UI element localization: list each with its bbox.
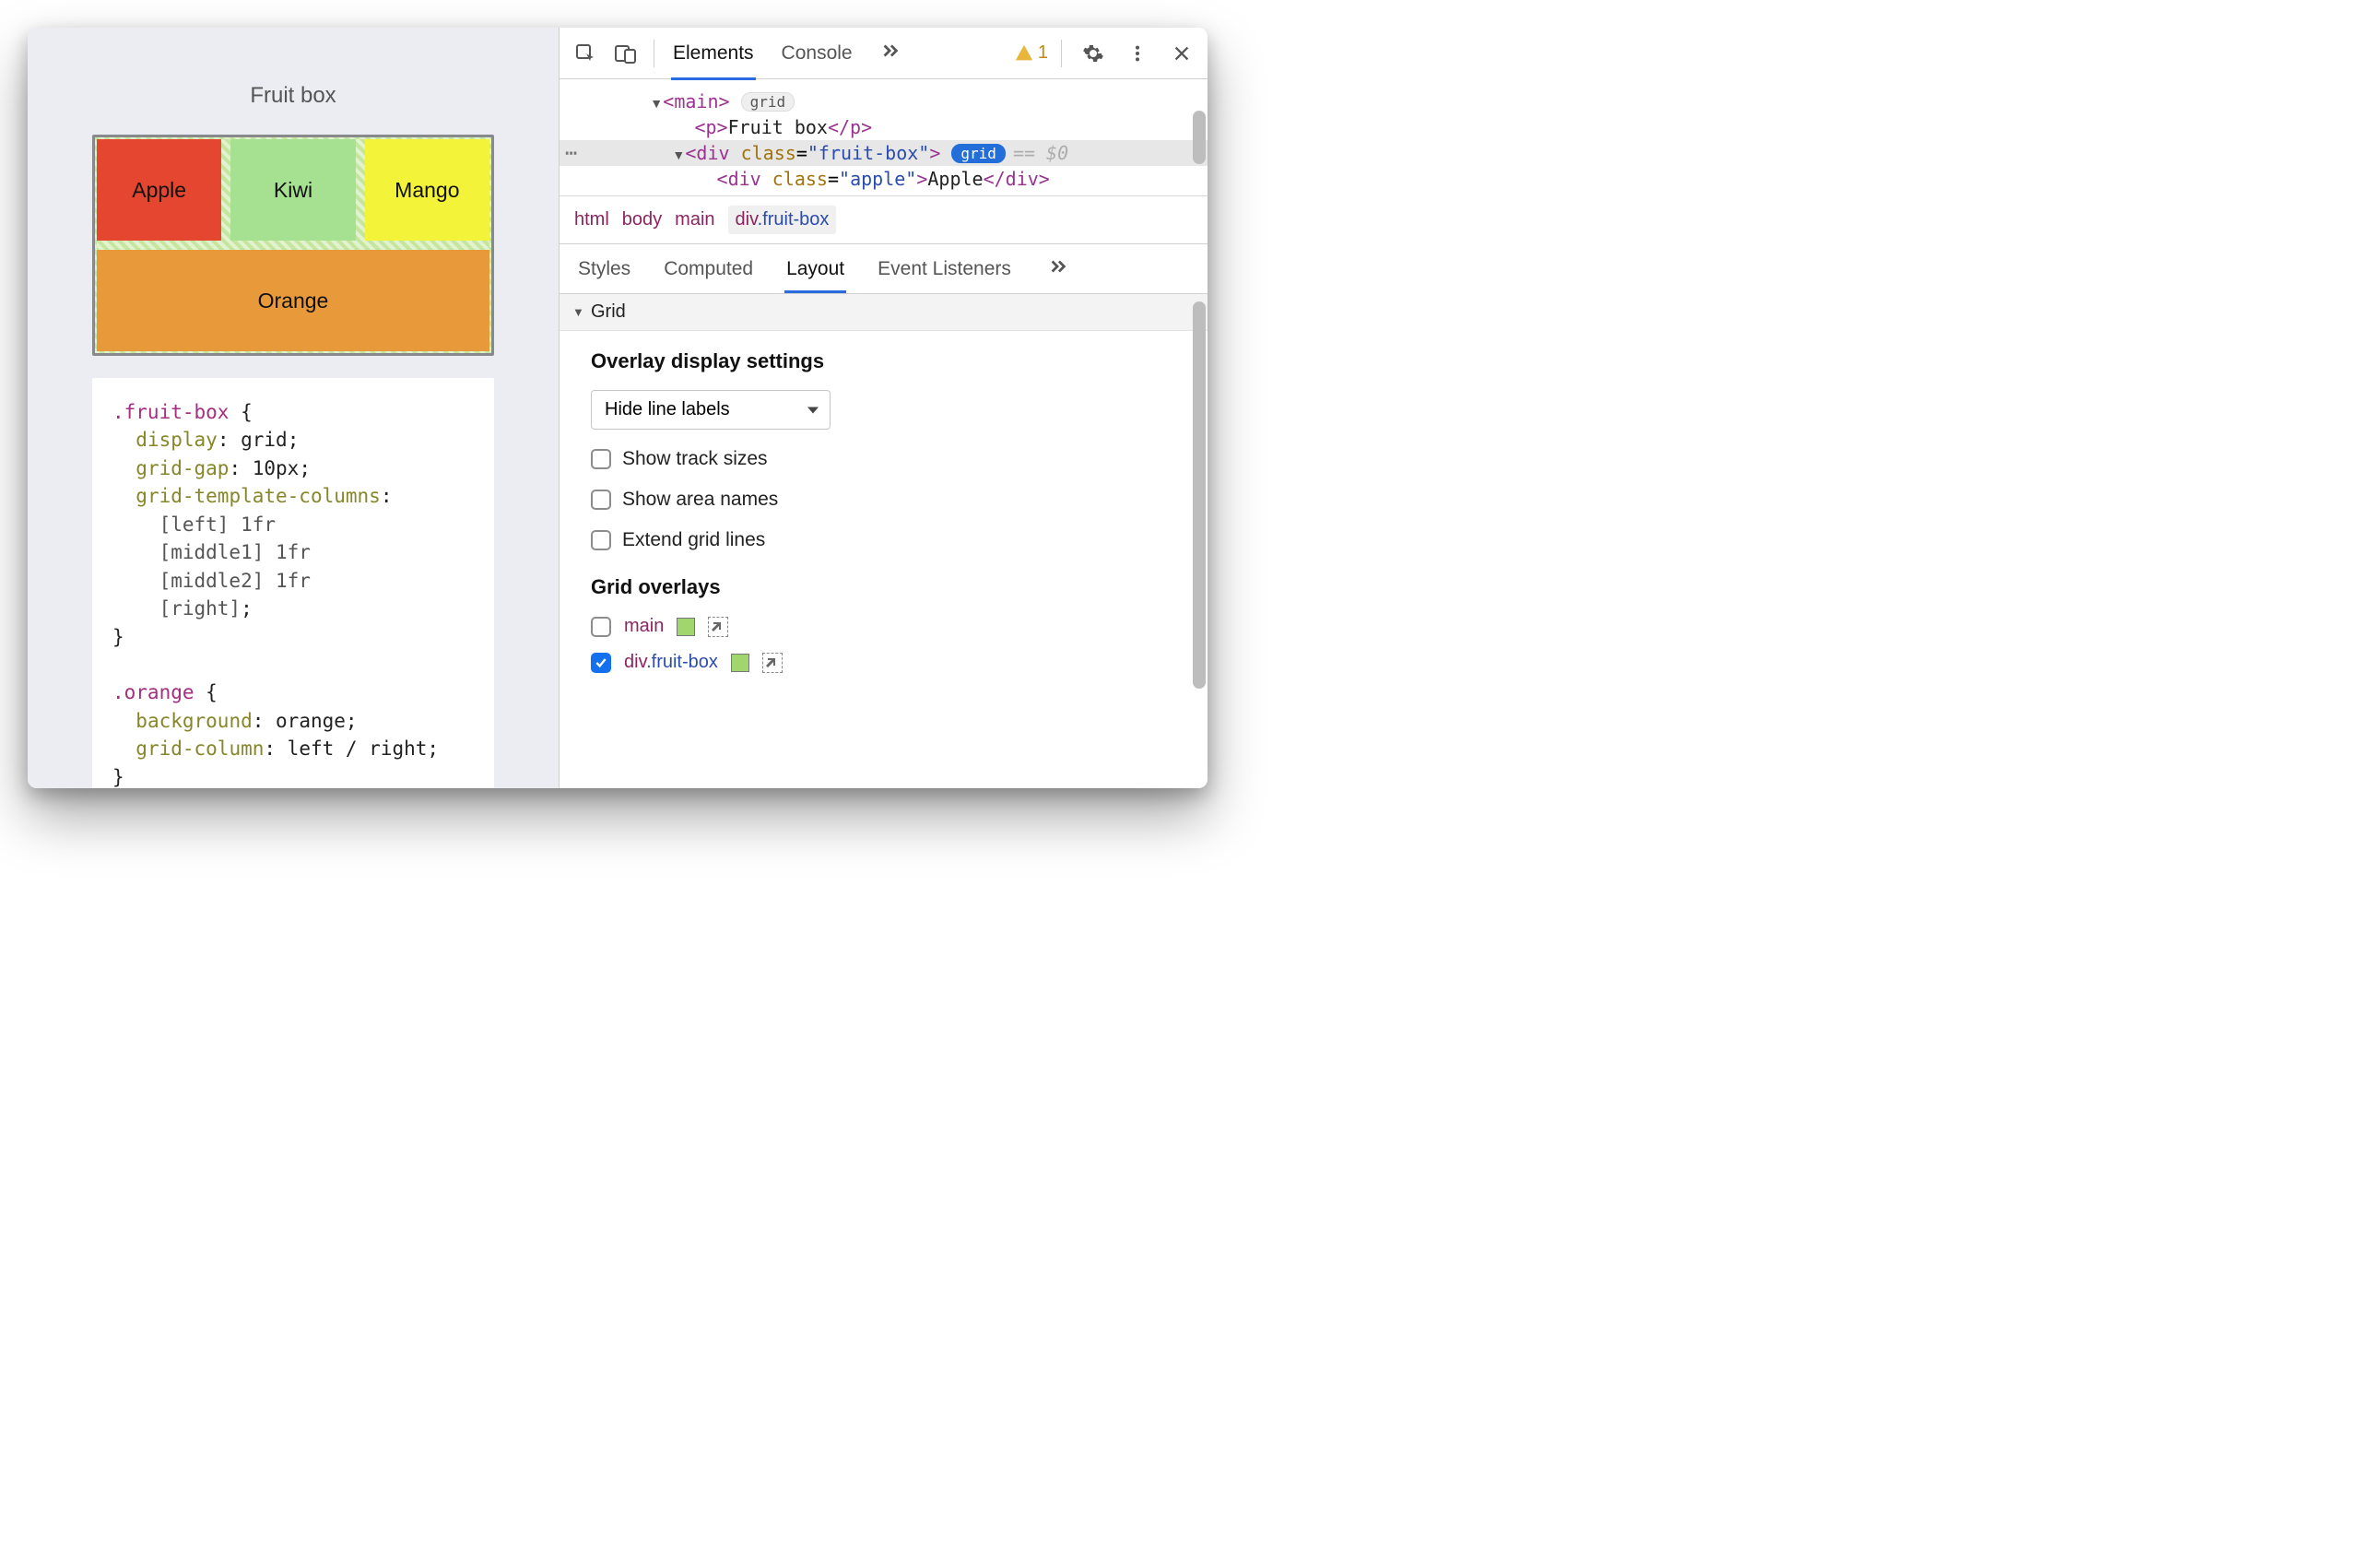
code-token: .fruit-box — [112, 401, 229, 423]
dom-line-fruitbox[interactable]: ▼<div class="fruit-box"> grid== $0 — [560, 140, 1208, 166]
code-token: display — [135, 429, 218, 451]
crumb-body[interactable]: body — [622, 209, 662, 230]
checkbox-extend-lines[interactable] — [591, 530, 611, 550]
overlay-row-fruitbox: div.fruit-box — [591, 652, 1176, 673]
overlay-name-main[interactable]: main — [624, 616, 664, 637]
tab-styles[interactable]: Styles — [576, 246, 632, 292]
gear-icon[interactable] — [1075, 35, 1112, 72]
grid-badge[interactable]: grid — [741, 92, 795, 112]
inspect-element-icon[interactable] — [567, 35, 604, 72]
checkbox-track-sizes[interactable] — [591, 449, 611, 469]
rendered-page-pane: Fruit box Apple Kiwi Mango Orange .fruit… — [28, 28, 559, 788]
tab-computed[interactable]: Computed — [662, 246, 755, 292]
grid-section-title: Grid — [591, 301, 626, 323]
tabs-overflow-icon[interactable] — [878, 28, 902, 79]
code-token: [right] — [159, 597, 242, 620]
crumb-html[interactable]: html — [574, 209, 609, 230]
tab-console[interactable]: Console — [780, 30, 854, 77]
devtools-pane: Elements Console 1 — [559, 28, 1208, 788]
color-swatch-main[interactable] — [677, 618, 695, 636]
overlay-name-fruitbox[interactable]: div.fruit-box — [624, 652, 718, 673]
devtools-toolbar: Elements Console 1 — [560, 28, 1208, 79]
cell-mango[interactable]: Mango — [365, 139, 489, 241]
warnings-count: 1 — [1038, 42, 1048, 64]
cell-orange[interactable]: Orange — [97, 250, 489, 351]
css-code-block: .fruit-box { display: grid; grid-gap: 10… — [92, 378, 494, 788]
dom-line-main[interactable]: ▼<main> grid — [560, 89, 1208, 114]
dom-tree[interactable]: ▼<main> grid <p>Fruit box</p> ▼<div clas… — [560, 79, 1208, 196]
tab-event-listeners[interactable]: Event Listeners — [876, 246, 1013, 292]
warnings-badge[interactable]: 1 — [1014, 42, 1048, 64]
checkbox-label: Extend grid lines — [622, 529, 765, 551]
devtools-window: Fruit box Apple Kiwi Mango Orange .fruit… — [28, 28, 1208, 788]
checkbox-area-names[interactable] — [591, 490, 611, 510]
layout-scrollbar[interactable] — [1193, 298, 1206, 785]
checkbox-label: Show track sizes — [622, 448, 768, 470]
color-swatch-fruitbox[interactable] — [731, 654, 749, 672]
dom-line-apple[interactable]: <div class="apple">Apple</div> — [560, 166, 1208, 192]
fruit-box-container: Apple Kiwi Mango Orange — [92, 135, 494, 356]
tab-layout[interactable]: Layout — [784, 246, 846, 292]
dom-scrollbar[interactable] — [1193, 83, 1206, 193]
fruit-box-grid: Apple Kiwi Mango Orange — [97, 139, 489, 351]
code-token: [middle2] 1fr — [159, 570, 311, 592]
overlay-settings-header: Overlay display settings — [591, 349, 1176, 373]
overlay-settings: Overlay display settings Hide line label… — [560, 331, 1208, 570]
code-token: .orange — [112, 681, 194, 703]
grid-section-header[interactable]: ▼ Grid — [560, 294, 1208, 331]
code-token: grid-column — [135, 738, 264, 760]
reveal-element-icon[interactable] — [762, 653, 783, 673]
dom-line-p[interactable]: <p>Fruit box</p> — [560, 114, 1208, 140]
close-icon[interactable] — [1163, 35, 1200, 72]
cell-apple[interactable]: Apple — [97, 139, 221, 241]
overlay-checkbox-fruitbox[interactable] — [591, 653, 611, 673]
scroll-thumb[interactable] — [1193, 301, 1206, 689]
select-value: Hide line labels — [605, 399, 730, 419]
overlay-checkbox-main[interactable] — [591, 617, 611, 637]
code-token: left / right — [288, 738, 428, 760]
layout-panel: ▼ Grid Overlay display settings Hide lin… — [560, 294, 1208, 788]
checkbox-label: Show area names — [622, 489, 778, 511]
toolbar-right: 1 — [1014, 35, 1200, 72]
kebab-menu-icon[interactable] — [1119, 35, 1156, 72]
code-token: 10px — [253, 457, 300, 479]
grid-badge[interactable]: grid — [951, 144, 1006, 163]
device-toolbar-icon[interactable] — [607, 35, 644, 72]
toolbar-separator — [1061, 40, 1062, 67]
crumb-fruitbox[interactable]: div.fruit-box — [728, 206, 837, 234]
code-token: orange — [276, 710, 346, 732]
crumb-main[interactable]: main — [675, 209, 714, 230]
grid-overlays-header: Grid overlays — [591, 575, 1176, 599]
scroll-thumb[interactable] — [1193, 111, 1206, 164]
code-token: grid-template-columns — [135, 485, 381, 507]
code-token: [middle1] 1fr — [159, 541, 311, 563]
sidebar-tabs: Styles Computed Layout Event Listeners — [560, 244, 1208, 294]
reveal-element-icon[interactable] — [708, 617, 728, 637]
grid-overlays: Grid overlays main div.fruit-box — [560, 570, 1208, 691]
line-labels-select[interactable]: Hide line labels — [591, 390, 831, 430]
subtabs-overflow-icon[interactable] — [1048, 256, 1068, 282]
selected-node-indicator: == $0 — [1013, 142, 1068, 164]
code-token: background — [135, 710, 252, 732]
overlay-row-main: main — [591, 616, 1176, 637]
code-token: grid — [241, 429, 288, 451]
code-token: [left] 1fr — [159, 513, 276, 536]
code-token: grid-gap — [135, 457, 229, 479]
cell-kiwi[interactable]: Kiwi — [230, 139, 355, 241]
panel-tabs: Elements Console — [671, 28, 1010, 79]
page-title: Fruit box — [92, 83, 494, 109]
tab-elements[interactable]: Elements — [671, 30, 756, 77]
breadcrumb: html body main div.fruit-box — [560, 196, 1208, 244]
